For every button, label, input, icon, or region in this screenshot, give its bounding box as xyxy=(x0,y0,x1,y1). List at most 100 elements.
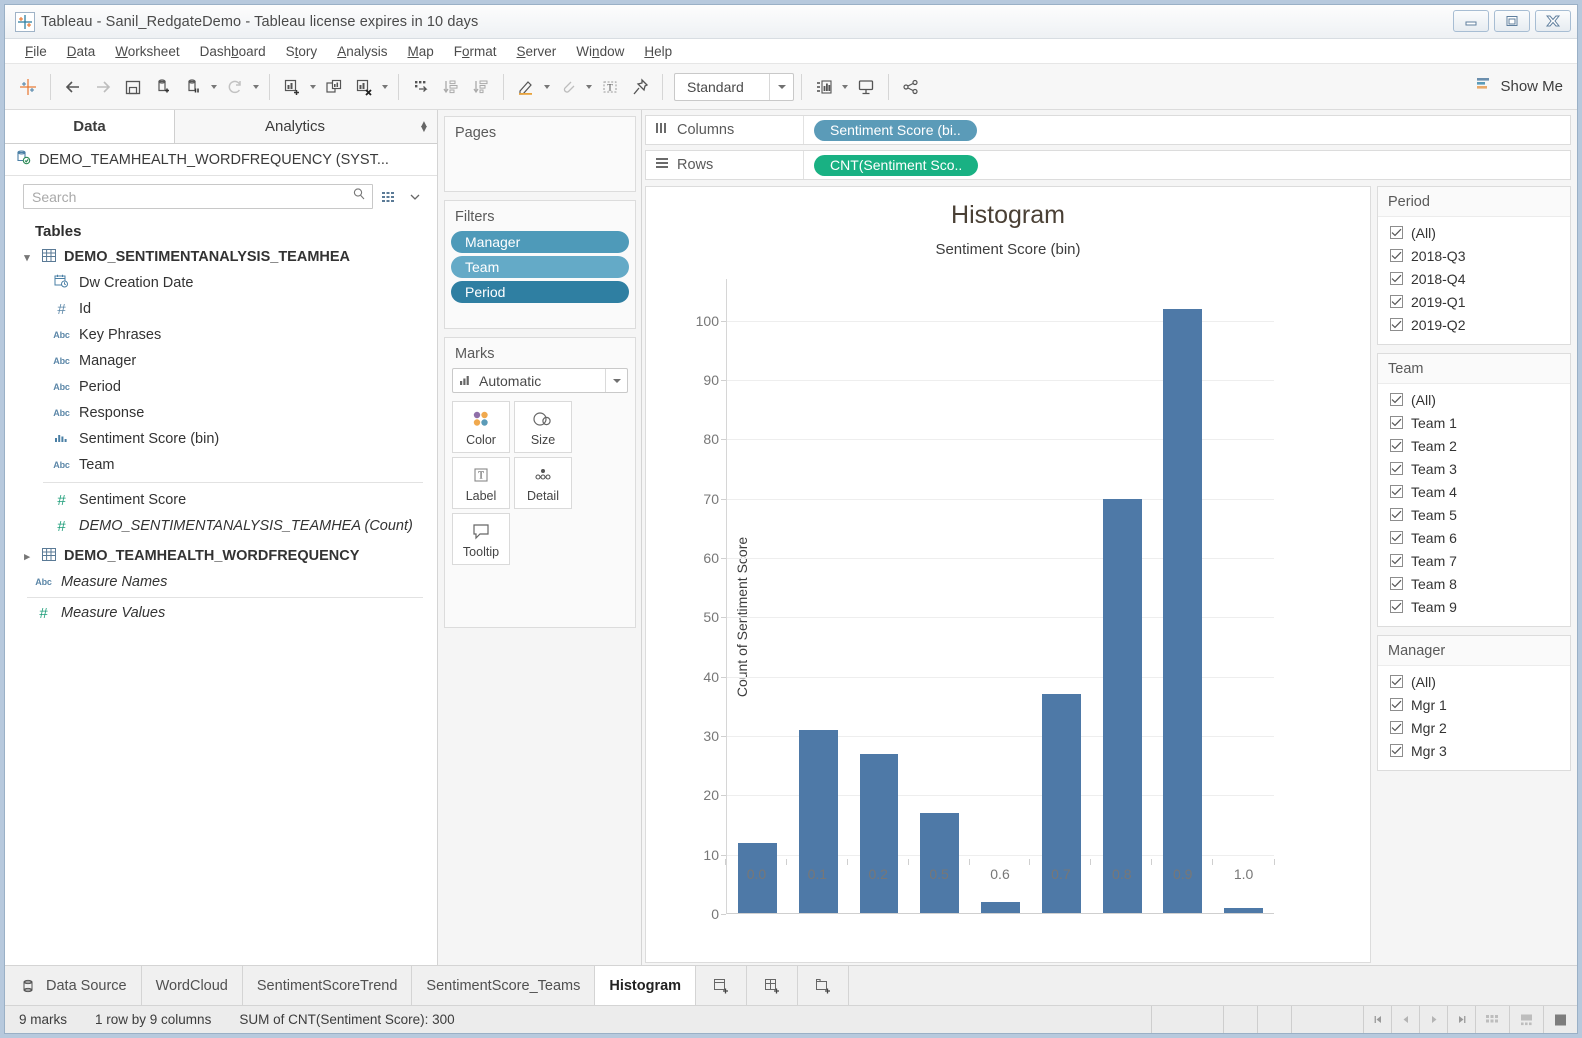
checkbox-icon[interactable] xyxy=(1390,416,1403,429)
columns-pill-sentiment-score-bin[interactable]: Sentiment Score (bi.. xyxy=(814,119,977,141)
view-single-icon[interactable] xyxy=(1543,1006,1577,1033)
checkbox-icon[interactable] xyxy=(1390,439,1403,452)
swap-axes-icon[interactable] xyxy=(406,72,436,102)
new-worksheet-icon[interactable] xyxy=(277,72,307,102)
filter-item[interactable]: 2018-Q4 xyxy=(1378,267,1570,290)
rows-shelf[interactable]: Rows CNT(Sentiment Sco.. xyxy=(645,150,1571,180)
checkbox-icon[interactable] xyxy=(1390,462,1403,475)
bar[interactable] xyxy=(1102,498,1142,914)
x-tick-label[interactable]: 0.7 xyxy=(1029,859,1091,888)
highlight-icon[interactable] xyxy=(511,72,541,102)
menu-worksheet[interactable]: Worksheet xyxy=(105,42,189,61)
nav-first-icon[interactable] xyxy=(1363,1006,1391,1033)
marks-type-arrow-icon[interactable] xyxy=(605,369,627,392)
checkbox-icon[interactable] xyxy=(1390,698,1403,711)
nav-prev-icon[interactable] xyxy=(1391,1006,1419,1033)
view-data-grid-icon[interactable] xyxy=(379,186,399,208)
filters-card[interactable]: Filters Manager Team Period xyxy=(444,200,636,329)
chart-subtitle[interactable]: Sentiment Score (bin) xyxy=(646,230,1370,258)
checkbox-icon[interactable] xyxy=(1390,508,1403,521)
columns-shelf[interactable]: Columns Sentiment Score (bi.. xyxy=(645,115,1571,145)
nav-next-icon[interactable] xyxy=(1419,1006,1447,1033)
filter-card-period[interactable]: Period (All) 2018-Q3 2018-Q4 2019-Q1 2019-Q2 xyxy=(1377,186,1571,345)
menu-server[interactable]: Server xyxy=(507,42,567,61)
fit-dropdown-arrow-icon[interactable] xyxy=(769,73,793,100)
close-button[interactable] xyxy=(1535,10,1571,32)
search-icon[interactable] xyxy=(352,187,366,206)
pages-card[interactable]: Pages xyxy=(444,116,636,192)
tab-data-source[interactable]: Data Source xyxy=(5,966,142,1005)
bar[interactable] xyxy=(859,753,899,914)
checkbox-icon[interactable] xyxy=(1390,393,1403,406)
menu-help[interactable]: Help xyxy=(634,42,682,61)
filter-item[interactable]: Team 7 xyxy=(1378,549,1570,572)
view-grid-icon[interactable] xyxy=(1475,1006,1509,1033)
filter-item[interactable]: Team 9 xyxy=(1378,595,1570,618)
tab-analytics[interactable]: Analytics xyxy=(175,110,415,143)
nav-last-icon[interactable] xyxy=(1447,1006,1475,1033)
show-hide-cards-icon[interactable] xyxy=(809,72,839,102)
highlight-caret-icon[interactable] xyxy=(541,73,553,101)
tab-data[interactable]: Data xyxy=(5,110,175,143)
menu-map[interactable]: Map xyxy=(397,42,443,61)
table-demo-sentimentanalysis[interactable]: ▾ DEMO_SENTIMENTANALYSIS_TEAMHEA xyxy=(5,244,437,270)
checkbox-icon[interactable] xyxy=(1390,675,1403,688)
marks-size-button[interactable]: Size xyxy=(514,401,572,453)
filter-item[interactable]: Mgr 1 xyxy=(1378,693,1570,716)
duplicate-sheet-icon[interactable] xyxy=(319,72,349,102)
marks-card[interactable]: Marks Automatic Color Size T Label Detai… xyxy=(444,337,636,628)
measure-sentiment-score[interactable]: # Sentiment Score xyxy=(5,487,437,513)
filter-card-team[interactable]: Team (All) Team 1 Team 2 Team 3 Team 4 Team 5… xyxy=(1377,353,1571,627)
y-axis[interactable]: 0 10 20 30 40 50 60 70 80 90 100 xyxy=(682,279,726,922)
new-worksheet-button[interactable] xyxy=(696,966,748,1005)
fit-dropdown[interactable]: Standard xyxy=(674,72,794,101)
measure-table-count[interactable]: # DEMO_SENTIMENTANALYSIS_TEAMHEA (Count) xyxy=(5,513,437,539)
checkbox-icon[interactable] xyxy=(1390,249,1403,262)
marks-type-dropdown[interactable]: Automatic xyxy=(452,368,628,393)
menu-file[interactable]: File xyxy=(15,42,57,61)
pause-data-caret-icon[interactable] xyxy=(208,73,220,101)
filter-item[interactable]: 2019-Q2 xyxy=(1378,313,1570,336)
filter-item[interactable]: (All) xyxy=(1378,221,1570,244)
menu-story[interactable]: Story xyxy=(276,42,328,61)
marks-color-button[interactable]: Color xyxy=(452,401,510,453)
show-me-button[interactable]: Show Me xyxy=(1475,75,1563,98)
datasource-row[interactable]: DEMO_TEAMHEALTH_WORDFREQUENCY (SYST... xyxy=(5,144,437,176)
marks-detail-button[interactable]: Detail xyxy=(514,457,572,509)
x-tick-label[interactable]: 0.5 xyxy=(907,859,970,888)
checkbox-icon[interactable] xyxy=(1390,531,1403,544)
presentation-icon[interactable] xyxy=(851,72,881,102)
checkbox-icon[interactable] xyxy=(1390,226,1403,239)
checkbox-icon[interactable] xyxy=(1390,577,1403,590)
filter-pill-manager[interactable]: Manager xyxy=(451,231,629,253)
filter-item[interactable]: Mgr 3 xyxy=(1378,739,1570,762)
x-axis-ticks[interactable]: 0.0 0.1 0.2 0.5 0.6 0.7 0.8 0.9 1.0 xyxy=(725,859,1275,888)
data-pane-menu-icon[interactable] xyxy=(405,186,425,208)
view-filmstrip-icon[interactable] xyxy=(1509,1006,1543,1033)
filter-item[interactable]: Mgr 2 xyxy=(1378,716,1570,739)
filter-item[interactable]: Team 6 xyxy=(1378,526,1570,549)
filter-item[interactable]: 2019-Q1 xyxy=(1378,290,1570,313)
marks-label-button[interactable]: T Label xyxy=(452,457,510,509)
filter-pill-period[interactable]: Period xyxy=(451,281,629,303)
chevron-right-icon[interactable]: ▸ xyxy=(21,550,33,563)
sheet-tab-wordcloud[interactable]: WordCloud xyxy=(141,966,243,1005)
refresh-caret-icon[interactable] xyxy=(250,73,262,101)
filter-item[interactable]: Team 3 xyxy=(1378,457,1570,480)
new-dashboard-button[interactable] xyxy=(747,966,799,1005)
show-hide-cards-caret-icon[interactable] xyxy=(839,73,851,101)
text-box-icon[interactable]: T xyxy=(595,72,625,102)
checkbox-icon[interactable] xyxy=(1390,318,1403,331)
new-worksheet-caret-icon[interactable] xyxy=(307,73,319,101)
filter-item[interactable]: Team 4 xyxy=(1378,480,1570,503)
sort-descending-icon[interactable] xyxy=(466,72,496,102)
menu-format[interactable]: Format xyxy=(444,42,507,61)
rows-pill-cnt-sentiment-score[interactable]: CNT(Sentiment Sco.. xyxy=(814,154,979,176)
minimize-button[interactable] xyxy=(1453,10,1489,32)
filter-item[interactable]: (All) xyxy=(1378,388,1570,411)
filter-item[interactable]: 2018-Q3 xyxy=(1378,244,1570,267)
chevron-down-icon[interactable]: ▾ xyxy=(21,251,33,264)
field-id[interactable]: # Id xyxy=(5,296,437,322)
new-story-button[interactable] xyxy=(798,966,850,1005)
clear-sheet-caret-icon[interactable] xyxy=(379,73,391,101)
